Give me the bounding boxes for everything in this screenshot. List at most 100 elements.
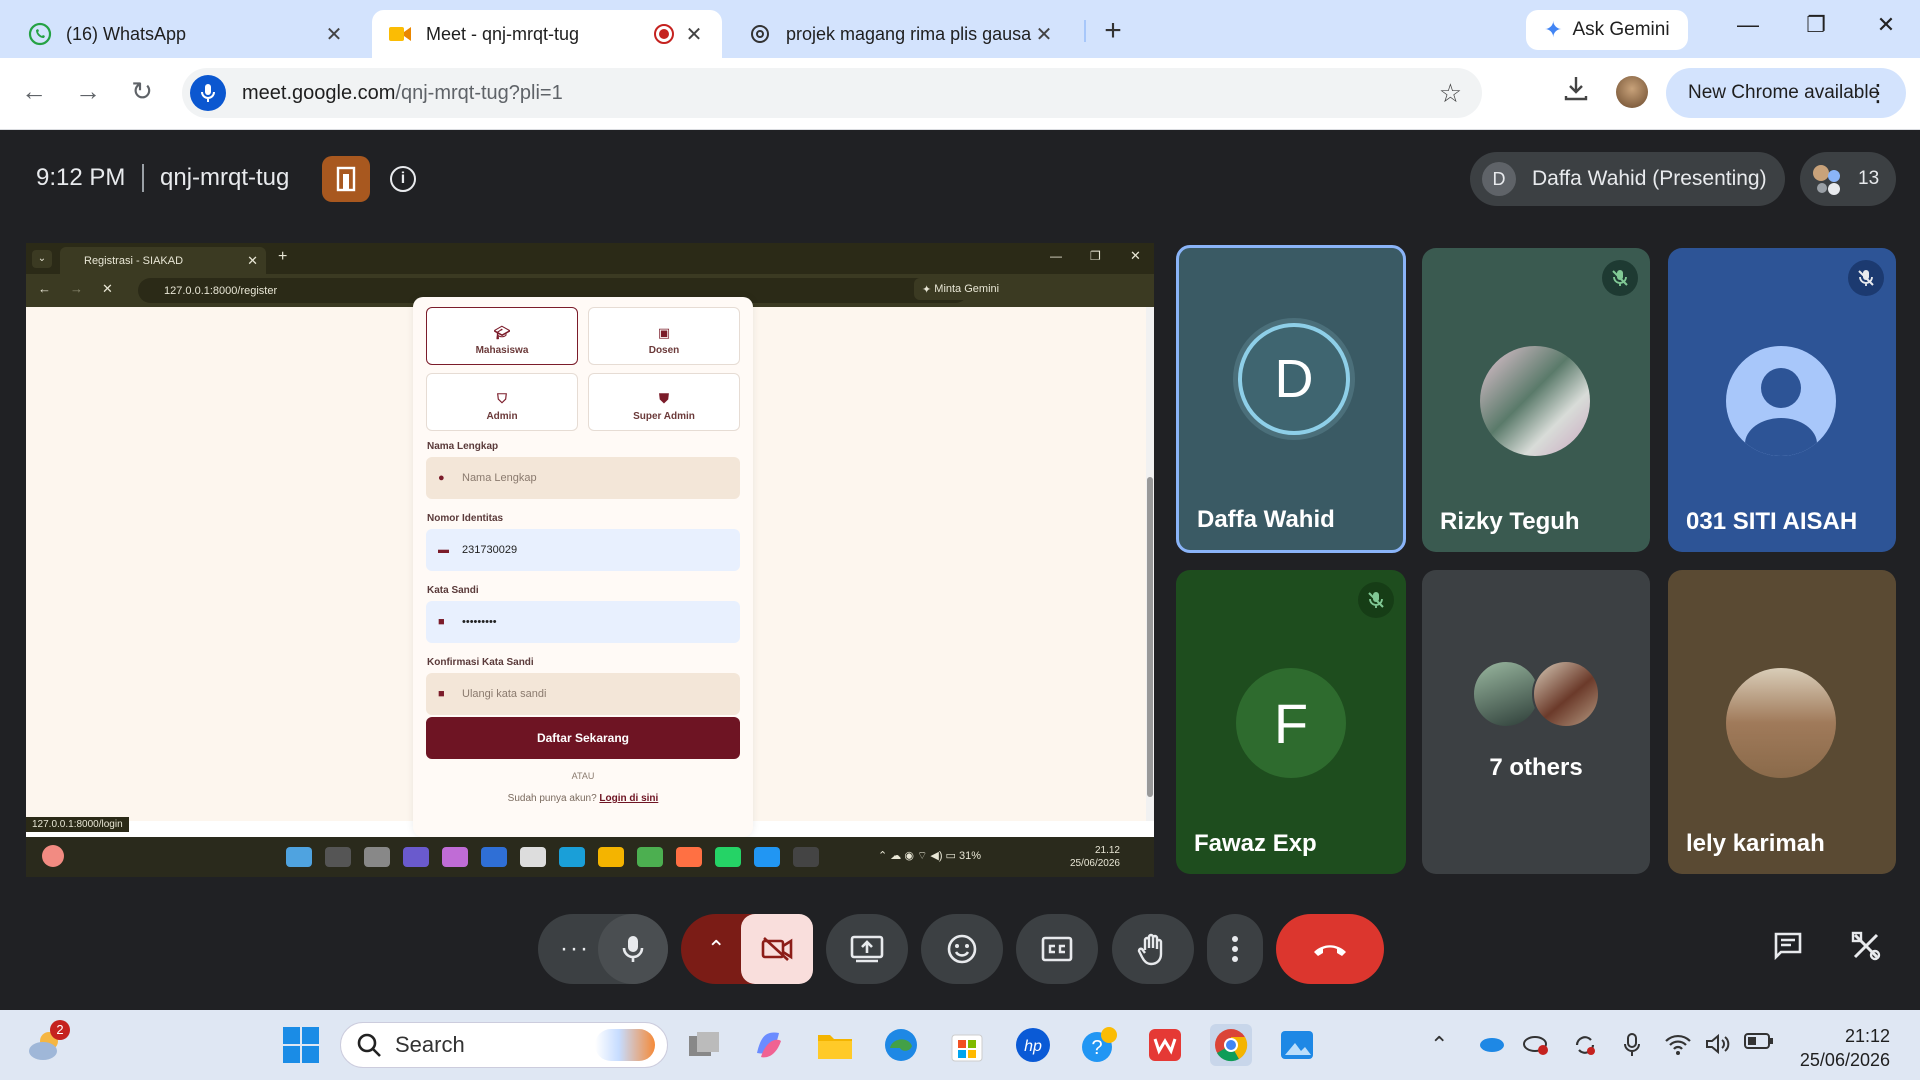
tab-chatgpt[interactable]: projek magang rima plis gausa ✕ [732,10,1072,58]
people-count-label: 13 [1858,168,1880,189]
taskbar-clock[interactable]: 21:12 25/06/2026 [1800,1024,1890,1072]
edge-icon[interactable] [880,1024,922,1066]
shared-tab-strip: ⌄ Registrasi - SIAKAD ✕ + — ❐ ✕ [26,243,1154,274]
meeting-info-icon[interactable]: i [390,166,416,192]
others-count-label: 7 others [1489,754,1583,781]
shared-tab-registrasi: Registrasi - SIAKAD ✕ [60,247,266,274]
volume-icon[interactable] [1704,1032,1732,1061]
people-button[interactable]: 13 [1800,152,1896,206]
present-screen-button[interactable] [826,914,908,984]
tab-title: Meet - qnj-mrqt-tug [426,23,580,44]
shared-gemini-chip: ✦ Minta Gemini [914,278,1008,300]
file-explorer-icon[interactable] [814,1024,856,1066]
closed-captions-icon [1041,936,1073,962]
chevron-up-icon[interactable]: ⌃ [707,936,725,962]
microphone-icon[interactable] [190,75,226,111]
chatgpt-icon [748,22,772,46]
avatar-halo: D [1233,318,1355,440]
new-tab-button[interactable]: + [1095,14,1131,48]
restore-button[interactable]: ❐ [1796,12,1836,38]
participant-name: lely karimah [1686,830,1825,857]
get-help-icon[interactable]: ? [1078,1024,1120,1066]
hang-up-icon [1314,945,1346,956]
reactions-button[interactable] [921,914,1003,984]
chevron-up-icon[interactable]: ⌃ [1430,1032,1448,1058]
avatar: F [1236,668,1346,778]
chat-button[interactable] [1772,930,1804,967]
minimize-button[interactable]: — [1728,12,1768,38]
onedrive-icon[interactable] [1478,1032,1506,1059]
tab-meet[interactable]: Meet - qnj-mrqt-tug ✕ [372,10,722,58]
participant-tile[interactable]: lely karimah [1668,570,1896,874]
chrome-icon[interactable] [1210,1024,1252,1066]
cloud-error-icon[interactable] [1522,1032,1550,1061]
raise-hand-button[interactable] [1112,914,1194,984]
new-chrome-available-button[interactable]: New Chrome available ⋮ [1666,68,1906,118]
login-prompt: Sudah punya akun? Login di sini [507,793,659,804]
participant-tile[interactable]: D Daffa Wahid [1176,245,1406,553]
tab-whatsapp[interactable]: (16) WhatsApp ✕ [12,10,362,58]
address-bar[interactable]: meet.google.com/qnj-mrqt-tug?pli=1 ☆ [182,68,1482,118]
participant-tile-others[interactable]: 7 others [1422,570,1650,874]
close-icon[interactable]: ✕ [1032,22,1056,47]
more-options-button[interactable] [1207,914,1263,984]
copilot-icon[interactable] [748,1024,790,1066]
tab-divider [1084,20,1086,42]
reload-button[interactable]: ↻ [124,76,160,107]
battery-icon[interactable] [1744,1032,1774,1055]
svg-text:?: ? [1091,1037,1102,1059]
wps-office-icon[interactable] [1144,1024,1186,1066]
close-icon[interactable]: ✕ [682,22,706,47]
role-dosen: ▣ Dosen [588,307,740,365]
weather-widget[interactable]: 2 [26,1020,70,1066]
wifi-icon[interactable] [1664,1032,1692,1061]
microphone-button[interactable] [598,914,668,984]
svg-text:hp: hp [1024,1038,1042,1055]
hand-icon [1137,933,1163,966]
more-vert-icon[interactable]: ⋮ [1866,79,1890,108]
start-button[interactable] [280,1024,322,1066]
activities-button[interactable] [1850,930,1882,967]
participant-tile[interactable]: F Fawaz Exp [1176,570,1406,874]
ask-gemini-button[interactable]: ✦ Ask Gemini [1526,10,1688,50]
presenting-chip[interactable]: D Daffa Wahid (Presenting) [1470,152,1785,206]
close-window-button[interactable]: ✕ [1866,12,1906,38]
microphone-tray-icon[interactable] [1622,1032,1642,1063]
field-label: Nama Lengkap [427,441,499,452]
field-label: Nomor Identitas [427,513,504,524]
participant-name: Rizky Teguh [1440,508,1580,535]
photos-app-icon[interactable] [1276,1024,1318,1066]
bookmark-star-icon[interactable]: ☆ [1439,78,1462,109]
recording-icon [652,22,676,46]
presenter-avatar: D [1482,162,1516,196]
download-icon[interactable] [1562,74,1590,109]
shared-close-icon: ✕ [1130,248,1141,263]
sync-icon[interactable] [1572,1032,1598,1063]
microsoft-store-icon[interactable] [946,1024,988,1066]
avatar [1532,660,1600,728]
host-controls-icon[interactable] [322,156,370,202]
taskbar-search[interactable]: Search [340,1022,668,1068]
participant-tile[interactable]: Rizky Teguh [1422,248,1650,552]
leave-call-button[interactable] [1276,914,1384,984]
participant-tile[interactable]: 031 SITI AISAH [1668,248,1896,552]
forward-button[interactable]: → [70,76,106,107]
more-audio-options-icon[interactable]: ··· [560,935,590,963]
shared-scrollbar [1146,307,1154,821]
close-icon[interactable]: ✕ [322,22,346,47]
avatar: D [1238,323,1350,435]
mic-control-group: ··· [538,914,668,984]
hp-icon[interactable]: hp [1012,1024,1054,1066]
task-view-icon[interactable] [684,1024,726,1066]
captions-button[interactable] [1016,914,1098,984]
tab-title: projek magang rima plis gausa [786,23,1032,44]
back-button[interactable]: ← [16,76,52,107]
profile-avatar[interactable] [1616,76,1648,108]
shared-forward-icon: → [70,281,83,296]
register-button: Daftar Sekarang [426,717,740,759]
camera-off-button[interactable] [741,914,813,984]
meeting-time: 9:12 PM [36,164,126,191]
registration-page: 🎓︎ Mahasiswa ▣ Dosen ⛉ Admin ⛊ Super Admin N… [26,297,1146,837]
or-divider: ATAU [571,771,595,781]
browser-tab-strip: (16) WhatsApp ✕ Meet - qnj-mrqt-tug ✕ pr… [0,0,1920,58]
